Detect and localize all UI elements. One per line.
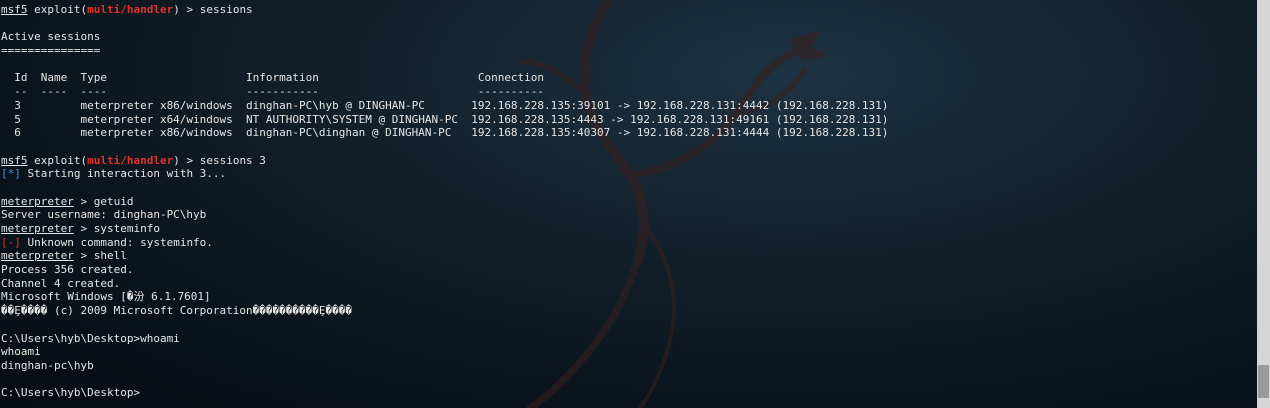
session-row: 6 meterpreter x86/windows dinghan-PC\din… bbox=[1, 126, 889, 140]
process-created-line: Process 356 created. bbox=[1, 263, 134, 277]
sessions-heading-rule: =============== bbox=[1, 44, 101, 58]
msf-prompt: msf5 bbox=[1, 3, 28, 16]
channel-created-line: Channel 4 created. bbox=[1, 276, 121, 290]
whoami-echo-line: whoami bbox=[1, 345, 41, 359]
prompt-line-sessions-3: msf5 exploit(multi/handler) > sessions 3 bbox=[1, 153, 266, 167]
module-name: multi/handler bbox=[87, 153, 174, 167]
command-text: sessions bbox=[199, 3, 253, 16]
info-line: [*] Starting interaction with 3... bbox=[1, 167, 227, 181]
command-text: systeminfo bbox=[93, 222, 160, 235]
session-row: 5 meterpreter x64/windows NT AUTHORITY\S… bbox=[1, 112, 889, 126]
sessions-table-rule: -- ---- ---- ----------- ---------- bbox=[1, 85, 545, 99]
error-marker: [-] bbox=[1, 235, 21, 249]
sessions-table-header: Id Name Type Information Connection bbox=[1, 71, 545, 85]
cmd-prompt-whoami: C:\Users\hyb\Desktop>whoami bbox=[1, 331, 180, 345]
vertical-scrollbar[interactable] bbox=[1257, 0, 1270, 408]
scrollbar-thumb[interactable] bbox=[1258, 365, 1269, 398]
meterpreter-prompt: meterpreter bbox=[1, 249, 74, 263]
command-text: sessions 3 bbox=[199, 153, 266, 167]
session-row: 3 meterpreter x86/windows dinghan-PC\hyb… bbox=[1, 98, 889, 112]
module-name: multi/handler bbox=[87, 3, 174, 16]
terminal-output[interactable]: msf5 exploit(multi/handler) > sessions A… bbox=[1, 3, 1256, 408]
server-username-line: Server username: dinghan-PC\hyb bbox=[1, 208, 207, 222]
command-text: shell bbox=[93, 249, 127, 263]
cmd-prompt-current[interactable]: C:\Users\hyb\Desktop> bbox=[1, 386, 1256, 400]
meterpreter-prompt-shell: meterpreter > shell bbox=[1, 249, 127, 263]
info-marker: [*] bbox=[1, 167, 21, 181]
copyright-line: ��Ȩ���� (c) 2009 Microsoft Corporation��… bbox=[1, 304, 352, 318]
meterpreter-prompt: meterpreter bbox=[1, 222, 74, 235]
msf-prompt: msf5 bbox=[1, 153, 28, 167]
command-text: getuid bbox=[93, 194, 134, 208]
meterpreter-prompt: meterpreter bbox=[1, 194, 74, 208]
meterpreter-prompt-getuid: meterpreter > getuid bbox=[1, 194, 134, 208]
error-line: [-] Unknown command: systeminfo. bbox=[1, 235, 213, 249]
meterpreter-prompt-systeminfo: meterpreter > systeminfo bbox=[1, 222, 160, 235]
prompt-line-sessions: msf5 exploit(multi/handler) > sessions bbox=[1, 3, 253, 16]
whoami-result-line: dinghan-pc\hyb bbox=[1, 358, 94, 372]
sessions-heading: Active sessions bbox=[1, 30, 101, 44]
windows-version-line: Microsoft Windows [�汾 6.1.7601] bbox=[1, 290, 211, 304]
